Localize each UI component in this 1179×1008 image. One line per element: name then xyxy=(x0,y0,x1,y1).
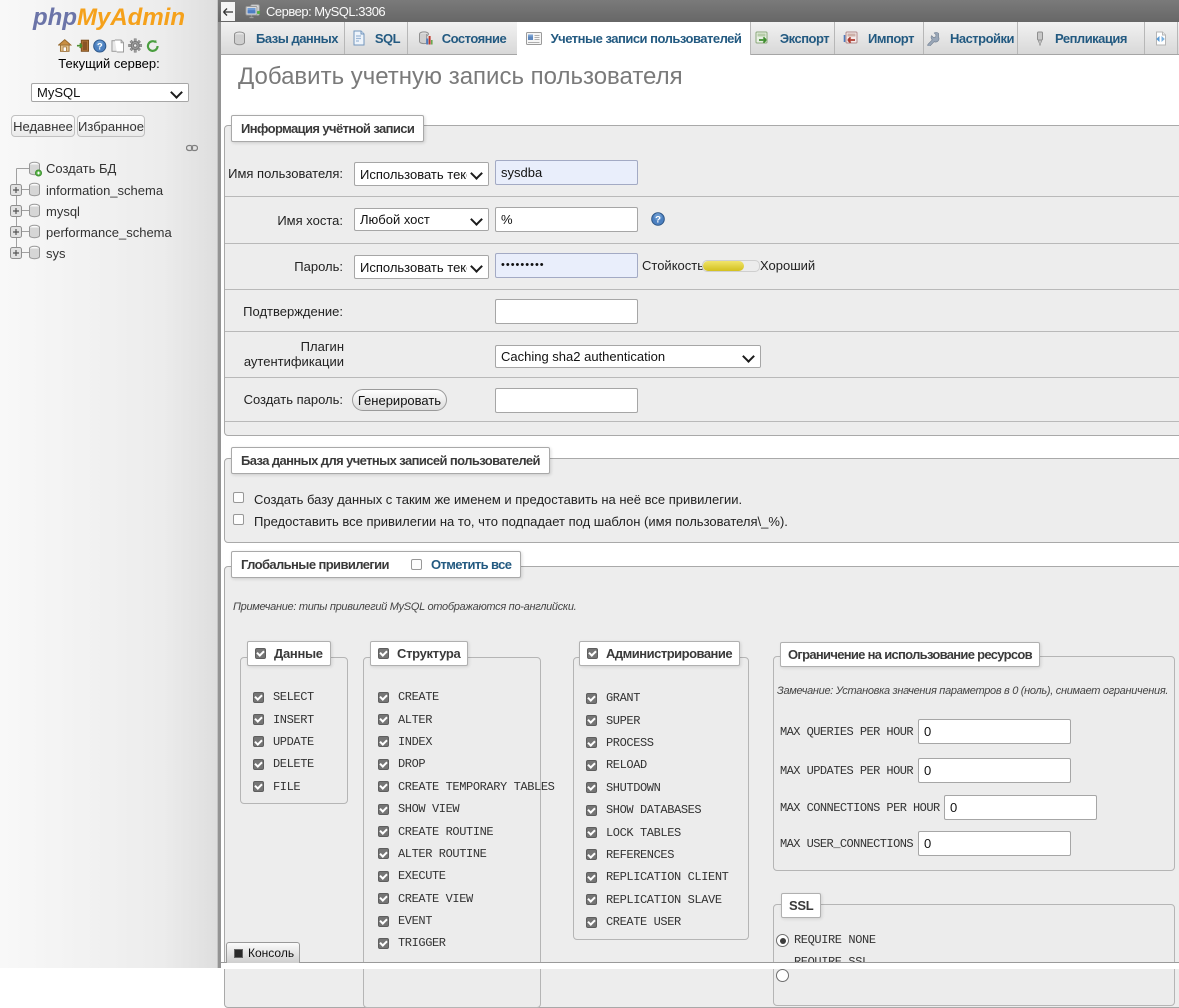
svg-text:?: ? xyxy=(97,41,103,51)
svg-text:?: ? xyxy=(655,214,661,225)
